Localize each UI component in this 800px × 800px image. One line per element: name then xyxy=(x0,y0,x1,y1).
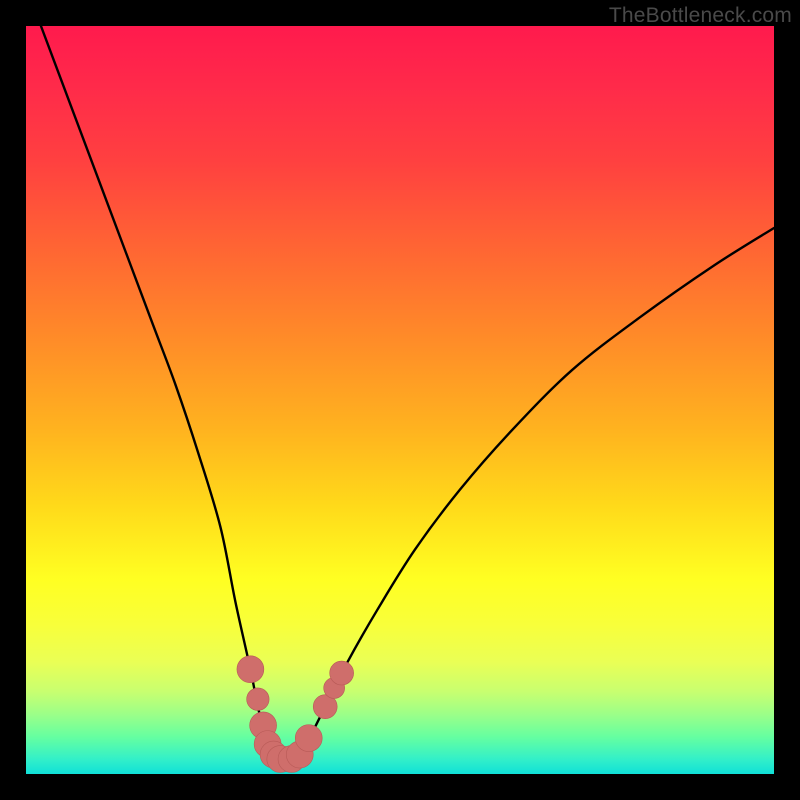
marker-group xyxy=(237,656,354,773)
curve-marker xyxy=(247,688,269,710)
curve-marker xyxy=(330,661,354,685)
bottleneck-curve xyxy=(41,26,774,760)
plot-area xyxy=(26,26,774,774)
chart-frame: TheBottleneck.com xyxy=(0,0,800,800)
watermark-text: TheBottleneck.com xyxy=(609,4,792,28)
curve-svg xyxy=(26,26,774,774)
curve-marker xyxy=(237,656,264,683)
curve-marker xyxy=(295,725,322,752)
